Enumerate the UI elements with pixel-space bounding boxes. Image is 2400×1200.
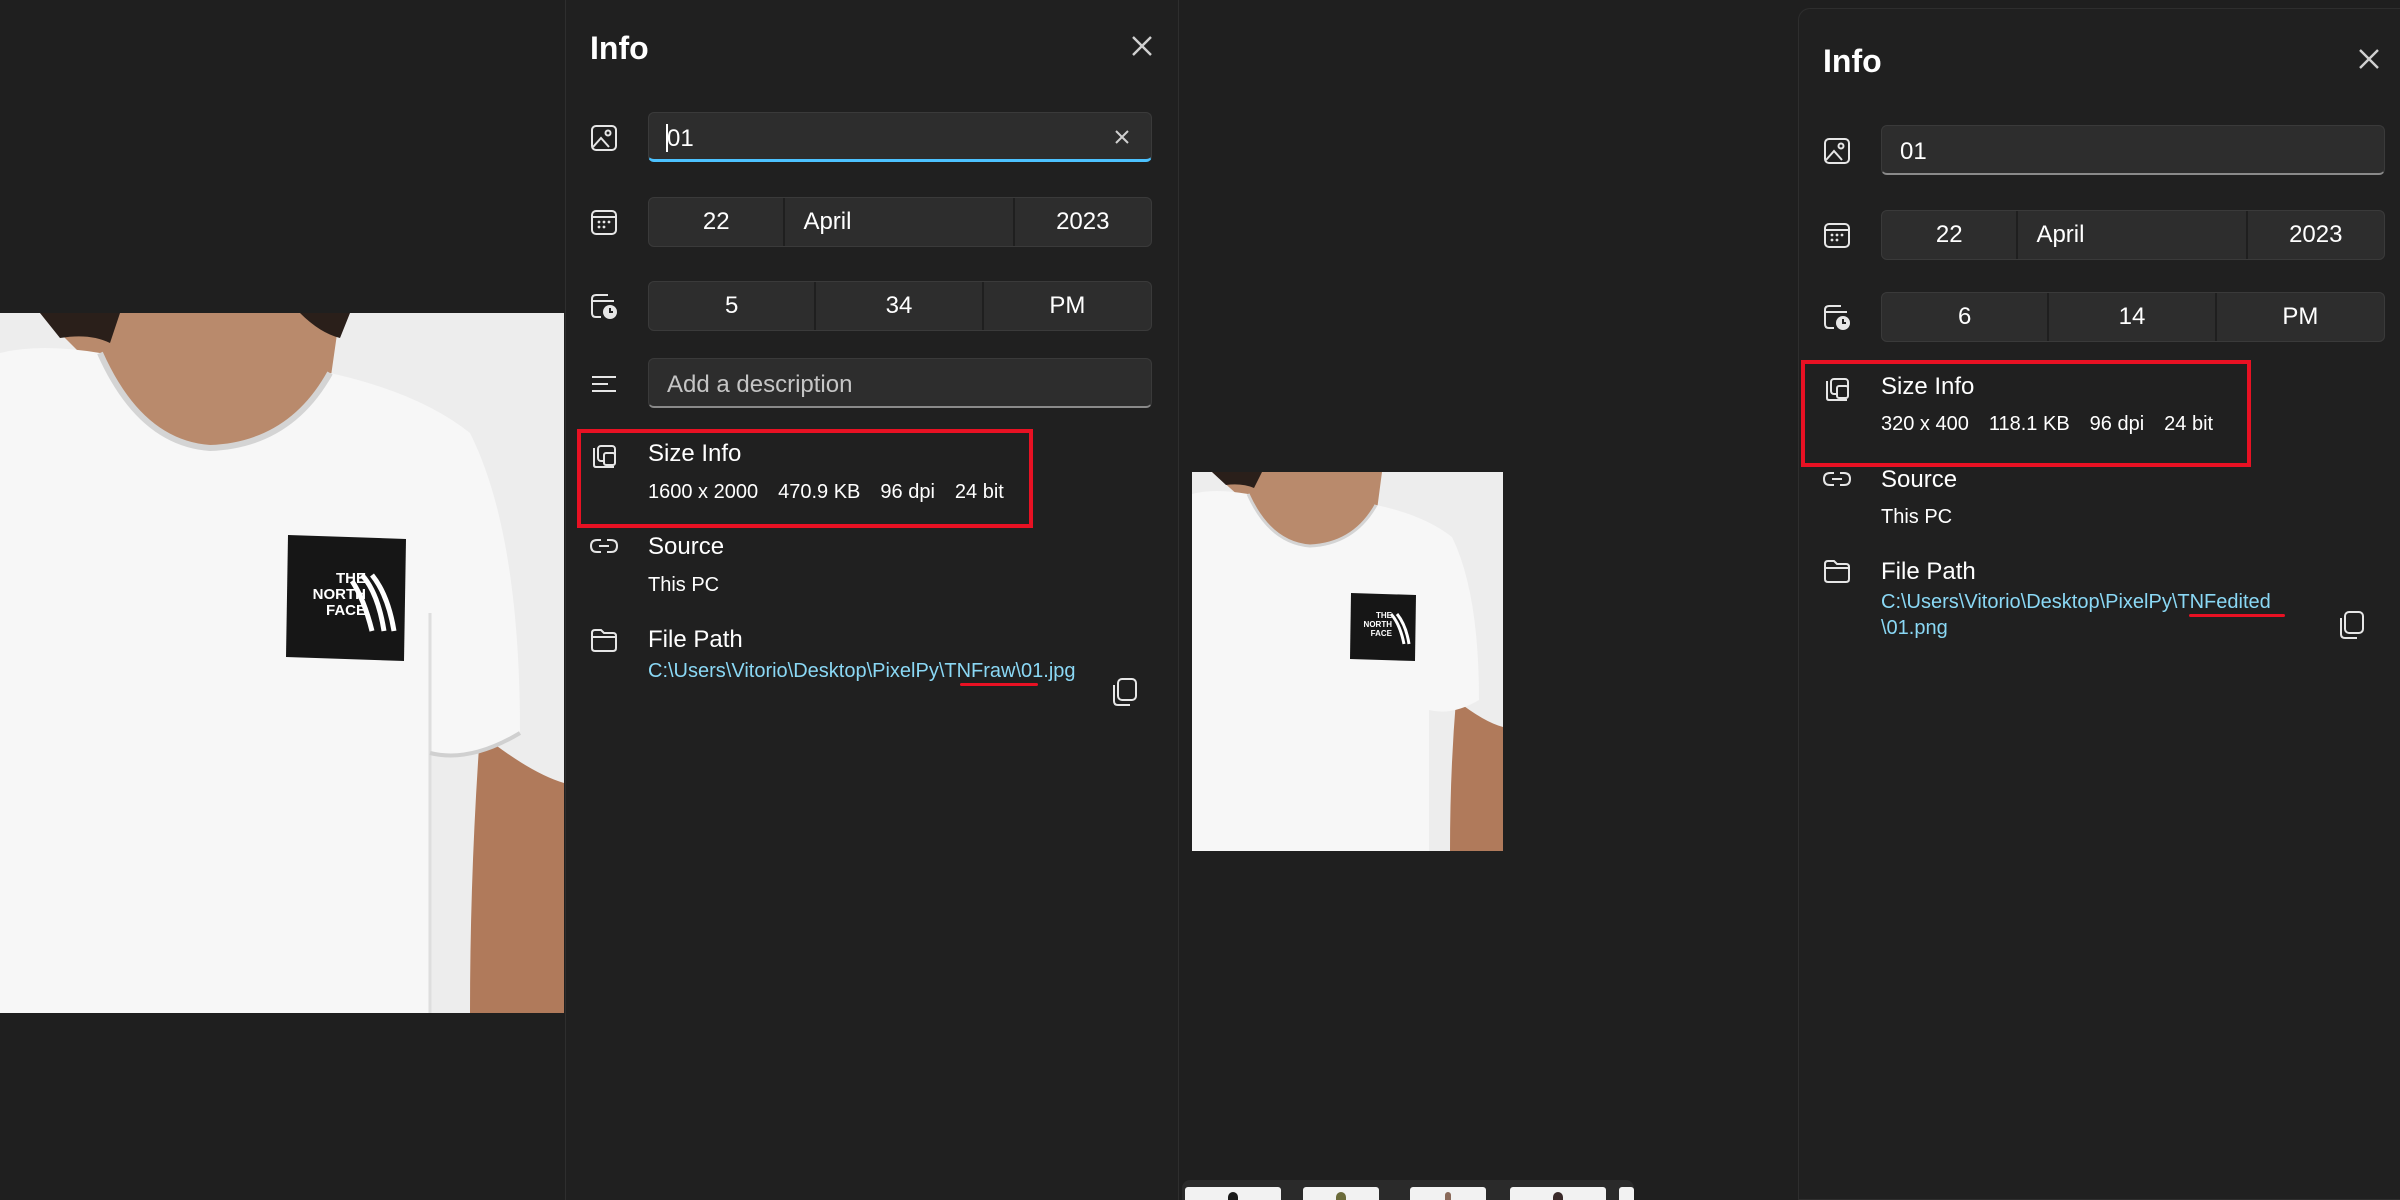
- filmstrip-thumbnail[interactable]: [1510, 1187, 1606, 1200]
- clock-icon: [588, 290, 620, 322]
- clear-icon[interactable]: [1109, 124, 1135, 150]
- logo-text: THE NORTH FACE: [1356, 611, 1392, 638]
- link-icon: [588, 530, 620, 562]
- highlight-box: [1801, 360, 2251, 467]
- image-icon: [588, 122, 620, 154]
- source-title: Source: [1881, 466, 1958, 493]
- path-underline: [960, 683, 1038, 686]
- time-hour[interactable]: 6: [1882, 293, 2050, 341]
- date-year[interactable]: 2023: [2248, 211, 2384, 259]
- logo-line: FACE: [325, 602, 366, 619]
- copy-icon[interactable]: [2333, 607, 2369, 643]
- copy-icon[interactable]: [1106, 674, 1142, 710]
- image-icon: [1821, 135, 1853, 167]
- source-value: This PC: [1881, 506, 1953, 528]
- calendar-icon: [588, 206, 620, 238]
- file-path-line1: C:\Users\Vitorio\Desktop\PixelPy\TNFedit…: [1881, 591, 2271, 613]
- date-day[interactable]: 22: [649, 198, 786, 246]
- date-month[interactable]: April: [2018, 211, 2248, 259]
- filmstrip-thumbnail[interactable]: [1619, 1187, 1634, 1200]
- info-panel-original: Info 01 22 April 2023 5 34 PM Add a desc…: [565, 0, 1179, 1200]
- file-path-title: File Path: [1881, 558, 1976, 585]
- file-path-title: File Path: [648, 626, 743, 653]
- close-icon[interactable]: [2351, 41, 2387, 77]
- info-panel-edited: Info 01 22 April 2023 6 14 PM Size Info …: [1798, 8, 2400, 1200]
- panel-title: Info: [1823, 43, 1882, 79]
- logo-line: THE: [336, 570, 366, 587]
- date-year[interactable]: 2023: [1015, 198, 1151, 246]
- time-picker[interactable]: 6 14 PM: [1881, 292, 2385, 342]
- filmstrip-thumbnail[interactable]: [1410, 1187, 1486, 1200]
- path-underline: [2189, 614, 2285, 617]
- close-icon[interactable]: [1124, 28, 1160, 64]
- calendar-icon: [1821, 219, 1853, 251]
- description-input[interactable]: Add a description: [648, 358, 1152, 408]
- logo-text: THE NORTH FACE: [300, 571, 366, 619]
- photo-left: THE NORTH FACE: [0, 313, 564, 1013]
- description-placeholder: Add a description: [667, 371, 853, 398]
- text-lines-icon: [588, 368, 620, 400]
- clock-icon: [1821, 301, 1853, 333]
- time-hour[interactable]: 5: [649, 282, 817, 330]
- source-value: This PC: [648, 574, 720, 596]
- filmstrip: [1182, 1180, 1634, 1200]
- folder-icon: [1821, 555, 1853, 587]
- time-period[interactable]: PM: [984, 282, 1151, 330]
- source-title: Source: [648, 533, 725, 560]
- logo-line: NORTH: [312, 586, 366, 603]
- name-input[interactable]: 01: [648, 112, 1152, 162]
- logo-line: NORTH: [1363, 620, 1392, 629]
- date-picker[interactable]: 22 April 2023: [1881, 210, 2385, 260]
- date-day[interactable]: 22: [1882, 211, 2019, 259]
- time-minute[interactable]: 14: [2049, 293, 2217, 341]
- time-picker[interactable]: 5 34 PM: [648, 281, 1152, 331]
- filmstrip-thumbnail[interactable]: [1185, 1187, 1281, 1200]
- logo-line: FACE: [1370, 629, 1392, 638]
- photo-edited-preview: THE NORTH FACE: [1192, 472, 1503, 851]
- file-path-link[interactable]: C:\Users\Vitorio\Desktop\PixelPy\TNFraw\…: [648, 658, 1076, 684]
- name-input[interactable]: 01: [1881, 125, 2385, 175]
- name-value: 01: [667, 125, 694, 152]
- date-picker[interactable]: 22 April 2023: [648, 197, 1152, 247]
- time-minute[interactable]: 34: [816, 282, 984, 330]
- time-period[interactable]: PM: [2217, 293, 2384, 341]
- name-value: 01: [1900, 138, 1927, 165]
- highlight-box: [577, 429, 1033, 528]
- link-icon: [1821, 463, 1853, 495]
- file-path-line2: \01.png: [1881, 617, 1948, 639]
- filmstrip-thumbnail[interactable]: [1303, 1187, 1379, 1200]
- logo-line: THE: [1376, 611, 1392, 620]
- date-month[interactable]: April: [785, 198, 1015, 246]
- panel-title: Info: [590, 30, 649, 66]
- folder-icon: [588, 624, 620, 656]
